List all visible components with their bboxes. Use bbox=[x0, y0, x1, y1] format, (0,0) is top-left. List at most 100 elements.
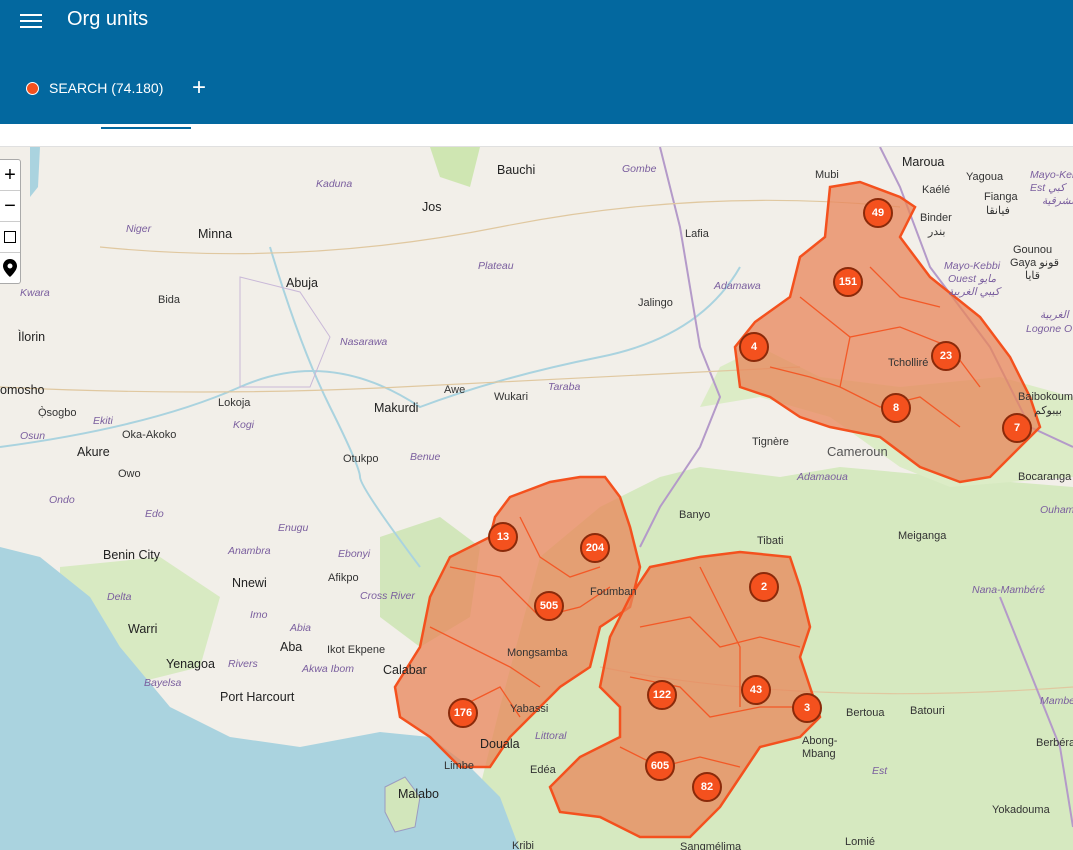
region-label: Imo bbox=[250, 609, 268, 621]
place-label: Yokadouma bbox=[992, 804, 1050, 816]
place-label: Abong- bbox=[802, 735, 838, 747]
region-label: كيبي الغربية bbox=[948, 286, 1000, 298]
region-label: Mayo-Kebbi bbox=[1030, 169, 1073, 181]
cluster-marker[interactable]: 49 bbox=[863, 198, 893, 228]
place-label: Bida bbox=[158, 294, 181, 306]
place-label: Port Harcourt bbox=[220, 690, 295, 704]
app-bar: Org units SEARCH (74.180) + bbox=[0, 0, 1073, 124]
cluster-marker[interactable]: 13 bbox=[488, 522, 518, 552]
country-label: Cameroun bbox=[827, 444, 888, 459]
cluster-marker[interactable]: 176 bbox=[448, 698, 478, 728]
place-label: Batouri bbox=[910, 705, 945, 717]
region-label: Ebonyi bbox=[338, 548, 371, 560]
map[interactable]: Bauchi Gombe Kaduna Jos Niger Minna Plat… bbox=[0, 147, 1073, 850]
region-label: Osun bbox=[20, 430, 46, 442]
region-label: Delta bbox=[107, 591, 132, 603]
place-label: Wukari bbox=[494, 391, 529, 403]
region-label: Logone O bbox=[1026, 323, 1073, 335]
place-label: Oka-Akoko bbox=[122, 429, 177, 441]
region-label: Kaduna bbox=[316, 178, 353, 190]
region-label: Cross River bbox=[360, 590, 415, 602]
place-label: Berbéra bbox=[1036, 737, 1073, 749]
place-label: Aba bbox=[280, 640, 303, 654]
fit-bounds-button[interactable] bbox=[0, 222, 20, 253]
place-label: Jalingo bbox=[638, 297, 673, 309]
cluster-marker[interactable]: 122 bbox=[647, 680, 677, 710]
place-label: Yabassi bbox=[510, 703, 549, 715]
region-label: Bayelsa bbox=[144, 677, 182, 689]
zoom-in-button[interactable]: + bbox=[0, 160, 20, 191]
region-label: Plateau bbox=[478, 260, 514, 272]
place-label: Kaélé bbox=[922, 184, 951, 196]
place-label: Otukpo bbox=[343, 453, 379, 465]
place-label: Gounou bbox=[1013, 244, 1053, 256]
place-label: Lomié bbox=[845, 836, 875, 848]
place-label: Awe bbox=[444, 384, 466, 396]
region-label: Rivers bbox=[228, 658, 258, 670]
layer-tab-label: SEARCH (74.180) bbox=[49, 80, 164, 96]
place-label: Nnewi bbox=[232, 576, 267, 590]
region-label: Edo bbox=[145, 508, 164, 520]
cluster-marker[interactable]: 605 bbox=[645, 751, 675, 781]
region-label: Est bbox=[872, 765, 888, 777]
geolocate-button[interactable] bbox=[0, 253, 20, 283]
place-label: Bocaranga bbox=[1018, 471, 1072, 483]
region-label: Benue bbox=[410, 451, 441, 463]
place-label: Foumban bbox=[590, 586, 637, 598]
place-label: Lafia bbox=[685, 228, 709, 240]
menu-icon[interactable] bbox=[20, 10, 42, 32]
map-controls: + − bbox=[0, 159, 21, 284]
app-title: Org units bbox=[67, 8, 149, 30]
place-label: Owo bbox=[118, 468, 141, 480]
cluster-marker[interactable]: 43 bbox=[741, 675, 771, 705]
cluster-marker[interactable]: 8 bbox=[881, 393, 911, 423]
place-label: Mubi bbox=[815, 169, 839, 181]
place-label: Tibati bbox=[757, 535, 784, 547]
place-label: Binder bbox=[920, 212, 952, 224]
place-label: Edéa bbox=[530, 764, 556, 776]
region-label: Mambe bbox=[1040, 695, 1073, 707]
cluster-marker[interactable]: 2 bbox=[749, 572, 779, 602]
cluster-marker[interactable]: 3 bbox=[792, 693, 822, 723]
place-label: Lokoja bbox=[218, 397, 251, 409]
place-label: Tignère bbox=[752, 436, 789, 448]
region-label: Kogi bbox=[233, 419, 255, 431]
region-label: Ekiti bbox=[93, 415, 113, 427]
region-label: Gombe bbox=[622, 163, 657, 175]
place-label: Meiganga bbox=[898, 530, 947, 542]
region-label: Adamaoua bbox=[797, 471, 848, 483]
map-base bbox=[0, 147, 1073, 850]
region-label: Mayo-Kebbi bbox=[944, 260, 1001, 272]
cluster-marker[interactable]: 7 bbox=[1002, 413, 1032, 443]
cluster-marker[interactable]: 23 bbox=[931, 341, 961, 371]
place-label: Kribi bbox=[512, 840, 535, 850]
place-label: Jos bbox=[422, 200, 442, 214]
place-label: Bauchi bbox=[497, 163, 536, 177]
place-label: Douala bbox=[480, 737, 520, 751]
place-label: Sangmélima bbox=[680, 841, 742, 850]
place-label: فيانقا bbox=[986, 205, 1010, 217]
cluster-marker[interactable]: 204 bbox=[580, 533, 610, 563]
layer-tab-search[interactable]: SEARCH (74.180) bbox=[26, 76, 163, 100]
cluster-marker[interactable]: 151 bbox=[833, 267, 863, 297]
region-label: الغربية bbox=[1040, 309, 1069, 321]
place-label: Minna bbox=[198, 227, 233, 241]
layer-color-dot bbox=[26, 81, 39, 95]
place-label: Malabo bbox=[398, 787, 439, 801]
add-layer-button[interactable]: + bbox=[192, 74, 206, 102]
place-label: Ikot Ekpene bbox=[327, 644, 386, 656]
region-label: Akwa Ibom bbox=[302, 663, 354, 675]
place-label: Benin City bbox=[103, 548, 160, 562]
cluster-marker[interactable]: 505 bbox=[534, 591, 564, 621]
zoom-out-button[interactable]: − bbox=[0, 191, 20, 222]
region-label: الشرقية bbox=[1042, 195, 1073, 207]
region-label: Ouest مايو bbox=[948, 273, 997, 285]
place-label: Afikpo bbox=[328, 572, 359, 584]
place-label: Mbang bbox=[802, 748, 836, 760]
place-label: بندر bbox=[928, 226, 946, 238]
cluster-marker[interactable]: 82 bbox=[692, 772, 722, 802]
map-pin-icon bbox=[3, 259, 17, 277]
region-label: Nana-Mambéré bbox=[972, 584, 1045, 596]
region-label: Niger bbox=[126, 223, 152, 235]
cluster-marker[interactable]: 4 bbox=[739, 332, 769, 362]
